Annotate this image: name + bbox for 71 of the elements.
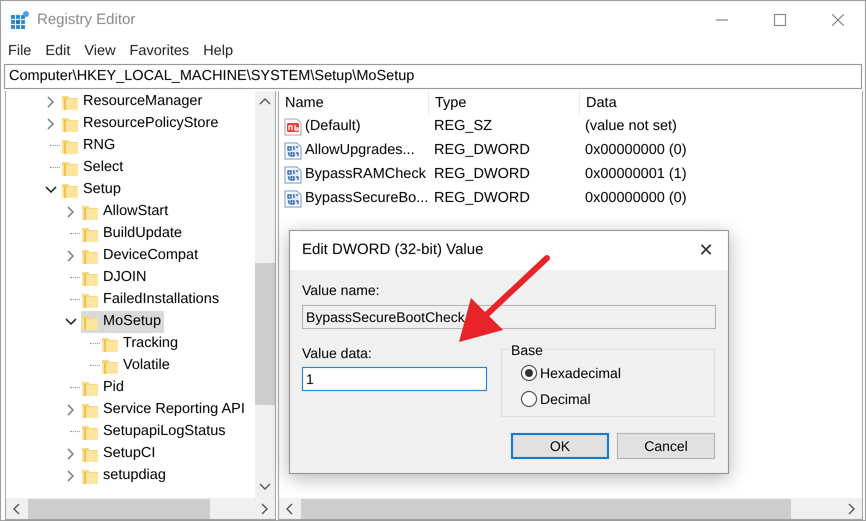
tree-item[interactable]: RNG	[61, 134, 118, 157]
scrollbar-thumb[interactable]	[255, 262, 275, 405]
scroll-down-icon[interactable]	[259, 482, 271, 492]
radio-label[interactable]: Decimal	[540, 388, 591, 410]
menu-item[interactable]: Edit	[38, 40, 78, 62]
scrollbar-thumb[interactable]	[301, 498, 791, 518]
binary-value-icon	[284, 142, 302, 160]
dialog-button[interactable]: Cancel	[617, 433, 715, 459]
table-cell-text: REG_DWORD	[433, 165, 531, 184]
table-cell-text: REG_SZ	[433, 117, 494, 136]
dialog-close-button[interactable]: ✕	[684, 231, 728, 270]
column-header[interactable]: Name	[279, 90, 429, 115]
scroll-left-icon[interactable]	[285, 502, 295, 514]
tree-item[interactable]: Service Reporting API	[81, 398, 248, 421]
field-label: Value data:	[302, 344, 373, 363]
value-name-cell[interactable]: BypassRAMCheck	[279, 162, 429, 187]
scroll-left-icon[interactable]	[12, 502, 22, 514]
scroll-right-icon[interactable]	[259, 502, 269, 514]
binary-value-icon	[284, 166, 302, 184]
string-value-icon	[284, 118, 302, 136]
tree-item[interactable]: ResourcePolicyStore	[61, 112, 222, 135]
close-icon	[832, 14, 844, 26]
tree-item[interactable]: Volatile	[101, 354, 173, 377]
table-cell-text: REG_DWORD	[433, 141, 531, 160]
dialog-title: Edit DWORD (32-bit) Value	[301, 240, 484, 260]
tree-item[interactable]: Select	[61, 156, 126, 179]
tree-item[interactable]: SetupCI	[81, 442, 158, 465]
tree-item[interactable]: Setup	[61, 178, 124, 201]
tree-item[interactable]: setupdiag	[81, 464, 169, 487]
tree-item[interactable]: SetupapiLogStatus	[81, 420, 229, 443]
column-header[interactable]: Data	[580, 90, 862, 115]
table-cell-text: REG_DWORD	[433, 189, 531, 208]
maximize-icon	[774, 14, 786, 26]
tree-item[interactable]: FailedInstallations	[81, 288, 222, 311]
tree-item[interactable]: Tracking	[101, 332, 182, 355]
table-cell-text: 0x00000000 (0)	[584, 189, 688, 208]
dialog-button[interactable]: OK	[511, 433, 609, 459]
column-header[interactable]: Type	[429, 90, 580, 115]
horizontal-scrollbar[interactable]	[6, 498, 275, 519]
tree-item[interactable]: BuildUpdate	[81, 222, 185, 245]
field-label: Value name:	[302, 281, 381, 300]
radio-label[interactable]: Hexadecimal	[540, 362, 621, 384]
app-icon	[10, 10, 30, 30]
value-data-field[interactable]: 1	[302, 367, 487, 391]
menu-item[interactable]: Favorites	[122, 40, 196, 62]
tree-item[interactable]: Pid	[81, 376, 127, 399]
address-field[interactable]: Computer\HKEY_LOCAL_MACHINE\SYSTEM\Setup\MoSetup	[4, 64, 862, 89]
radio-button[interactable]	[521, 391, 537, 407]
value-name-field[interactable]: BypassSecureBootCheck	[302, 305, 716, 329]
menu-item[interactable]: File	[1, 40, 38, 62]
tree-item[interactable]: ResourceManager	[61, 90, 206, 113]
value-name-cell[interactable]: AllowUpgrades...	[279, 138, 429, 163]
table-cell-text: 0x00000001 (1)	[584, 165, 688, 184]
scroll-right-icon[interactable]	[846, 502, 856, 514]
value-name-cell[interactable]: BypassSecureBo...	[279, 186, 429, 211]
scrollbar-thumb[interactable]	[28, 498, 210, 518]
tree-item[interactable]: AllowStart	[81, 200, 172, 223]
tree-item[interactable]: DJOIN	[81, 266, 150, 289]
tree-item[interactable]: MoSetup	[81, 310, 164, 333]
menu-item[interactable]: View	[77, 40, 123, 62]
vertical-scrollbar[interactable]	[255, 90, 275, 498]
table-cell-text: (value not set)	[584, 117, 678, 136]
menu-item[interactable]: Help	[196, 40, 240, 62]
horizontal-scrollbar[interactable]	[279, 498, 862, 519]
window-title: Registry Editor	[37, 10, 136, 30]
table-cell-text: 0x00000000 (0)	[584, 141, 688, 160]
radio-button[interactable]	[521, 365, 537, 381]
tree-item[interactable]: DeviceCompat	[81, 244, 202, 267]
value-name-cell[interactable]: (Default)	[279, 114, 429, 139]
binary-value-icon	[284, 190, 302, 208]
scroll-up-icon[interactable]	[259, 96, 271, 107]
